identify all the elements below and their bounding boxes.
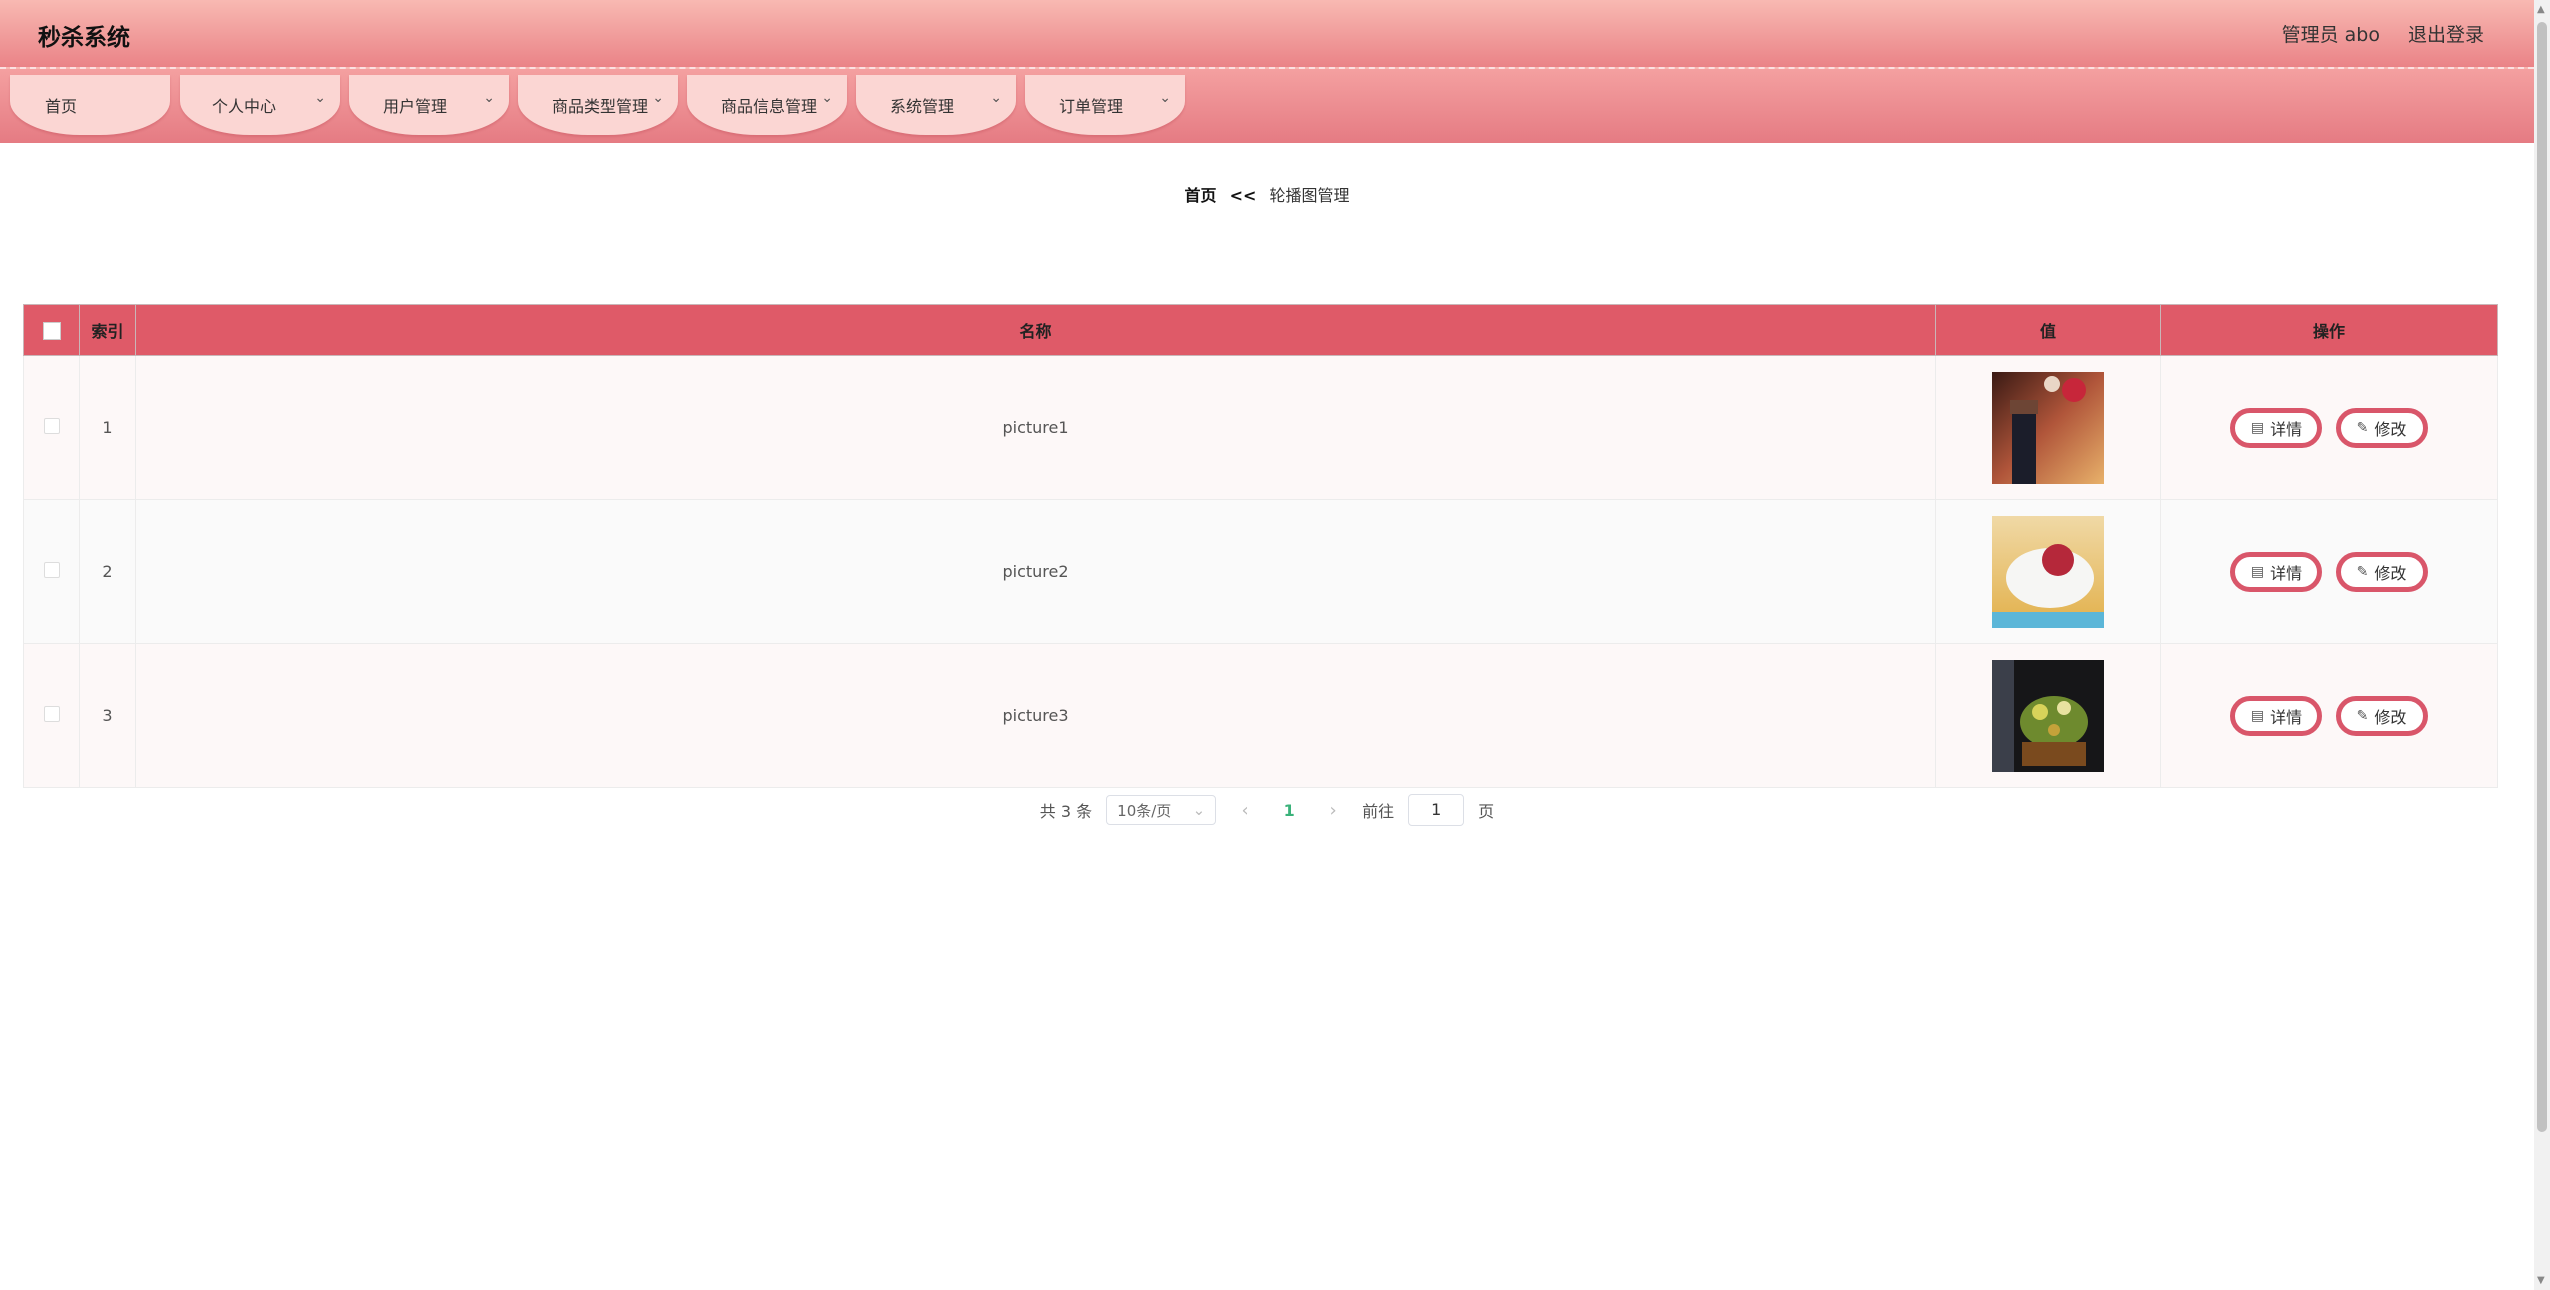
table-row: 3 picture3 ▤ 详情 ✎ 修改 [23, 643, 2498, 788]
row-name: picture1 [135, 355, 1936, 500]
edit-button-label: 修改 [2374, 707, 2407, 727]
logout-link[interactable]: 退出登录 [2408, 20, 2484, 47]
nav-item-label: 系统管理 [890, 97, 955, 116]
chevron-down-icon: ⌄ [483, 90, 495, 106]
nav-item-personal-center[interactable]: 个人中心 ⌄ [180, 75, 340, 135]
breadcrumb: 首页 << 轮播图管理 [0, 182, 2534, 206]
page-suffix: 页 [1478, 802, 1495, 821]
edit-button-label: 修改 [2374, 563, 2407, 583]
total-count: 共 3 条 [1039, 802, 1093, 821]
column-header-actions: 操作 [2160, 304, 2498, 356]
detail-button[interactable]: ▤ 详情 [2230, 407, 2323, 448]
pencil-icon: ✎ [2356, 563, 2369, 580]
nav-item-home[interactable]: 首页 [10, 75, 170, 135]
picture-thumbnail [1992, 371, 2104, 484]
document-icon: ▤ [2250, 563, 2265, 580]
document-icon: ▤ [2250, 707, 2265, 724]
edit-button[interactable]: ✎ 修改 [2335, 407, 2428, 448]
nav-item-label: 商品类型管理 [552, 97, 649, 116]
edit-button[interactable]: ✎ 修改 [2335, 551, 2428, 592]
nav-item-order-management[interactable]: 订单管理 ⌄ [1025, 75, 1185, 135]
picture-thumbnail [1992, 659, 2104, 772]
app-title: 秒杀系统 [38, 25, 130, 51]
column-header-index: 索引 [79, 304, 136, 356]
nav-item-system-management[interactable]: 系统管理 ⌄ [856, 75, 1016, 135]
nav-item-label: 订单管理 [1059, 97, 1124, 116]
chevron-down-icon: ⌄ [314, 90, 326, 106]
column-header-name: 名称 [135, 304, 1936, 356]
nav-item-label: 用户管理 [383, 97, 448, 116]
pencil-icon: ✎ [2356, 419, 2369, 436]
row-checkbox[interactable] [43, 561, 60, 578]
nav-item-label: 商品信息管理 [721, 97, 818, 116]
select-all-cell [23, 304, 80, 356]
edit-button[interactable]: ✎ 修改 [2335, 695, 2428, 736]
carousel-table: 索引 名称 值 操作 1 picture1 ▤ 详情 ✎ 修改 2 pictur… [23, 304, 2498, 788]
page-size-select[interactable]: 10条/页 ⌄ [1106, 795, 1217, 825]
goto-label: 前往 [1362, 802, 1395, 821]
column-header-value: 值 [1935, 304, 2161, 356]
nav-item-label: 个人中心 [212, 97, 277, 116]
breadcrumb-separator: << [1229, 186, 1257, 205]
page-number-current[interactable]: 1 [1274, 801, 1304, 820]
detail-button-label: 详情 [2270, 707, 2303, 727]
prev-page-icon[interactable]: ‹ [1230, 800, 1260, 821]
row-checkbox[interactable] [43, 705, 60, 722]
row-index: 1 [79, 355, 136, 500]
document-icon: ▤ [2250, 419, 2265, 436]
chevron-down-icon: ⌄ [821, 90, 833, 106]
breadcrumb-current: 轮播图管理 [1269, 186, 1350, 205]
nav-item-product-type-management[interactable]: 商品类型管理 ⌄ [518, 75, 678, 135]
scroll-up-icon[interactable]: ▲ [2537, 4, 2545, 15]
table-row: 1 picture1 ▤ 详情 ✎ 修改 [23, 355, 2498, 500]
chevron-down-icon: ⌄ [1192, 801, 1206, 819]
pagination: 共 3 条 10条/页 ⌄ ‹ 1 › 前往 1 页 [0, 794, 2534, 826]
page-size-value: 10条/页 [1117, 801, 1172, 820]
chevron-down-icon: ⌄ [990, 90, 1002, 106]
detail-button-label: 详情 [2270, 419, 2303, 439]
row-name: picture3 [135, 643, 1936, 788]
chevron-down-icon: ⌄ [652, 90, 664, 106]
picture-thumbnail [1992, 515, 2104, 628]
row-name: picture2 [135, 499, 1936, 644]
header-user-area: 管理员 abo 退出登录 [2282, 20, 2484, 47]
goto-page-input[interactable]: 1 [1408, 794, 1465, 826]
select-all-checkbox[interactable] [42, 321, 61, 340]
detail-button-label: 详情 [2270, 563, 2303, 583]
table-row: 2 picture2 ▤ 详情 ✎ 修改 [23, 499, 2498, 644]
scrollbar-thumb[interactable] [2537, 22, 2547, 1132]
breadcrumb-home[interactable]: 首页 [1184, 186, 1216, 205]
top-header: 秒杀系统 管理员 abo 退出登录 [0, 0, 2534, 69]
row-index: 3 [79, 643, 136, 788]
main-nav: 首页 个人中心 ⌄ 用户管理 ⌄ 商品类型管理 ⌄ 商品信息管理 ⌄ 系统管理 … [0, 69, 2534, 143]
row-index: 2 [79, 499, 136, 644]
edit-button-label: 修改 [2374, 419, 2407, 439]
vertical-scrollbar[interactable]: ▲ ▼ [2534, 0, 2550, 1290]
pencil-icon: ✎ [2356, 707, 2369, 724]
detail-button[interactable]: ▤ 详情 [2230, 551, 2323, 592]
current-user: 管理员 abo [2281, 24, 2380, 46]
detail-button[interactable]: ▤ 详情 [2230, 695, 2323, 736]
scroll-down-icon[interactable]: ▼ [2537, 1275, 2545, 1286]
row-checkbox[interactable] [43, 417, 60, 434]
nav-item-user-management[interactable]: 用户管理 ⌄ [349, 75, 509, 135]
nav-item-product-info-management[interactable]: 商品信息管理 ⌄ [687, 75, 847, 135]
nav-item-label: 首页 [45, 97, 78, 116]
chevron-down-icon: ⌄ [1159, 90, 1171, 106]
next-page-icon[interactable]: › [1318, 800, 1348, 821]
